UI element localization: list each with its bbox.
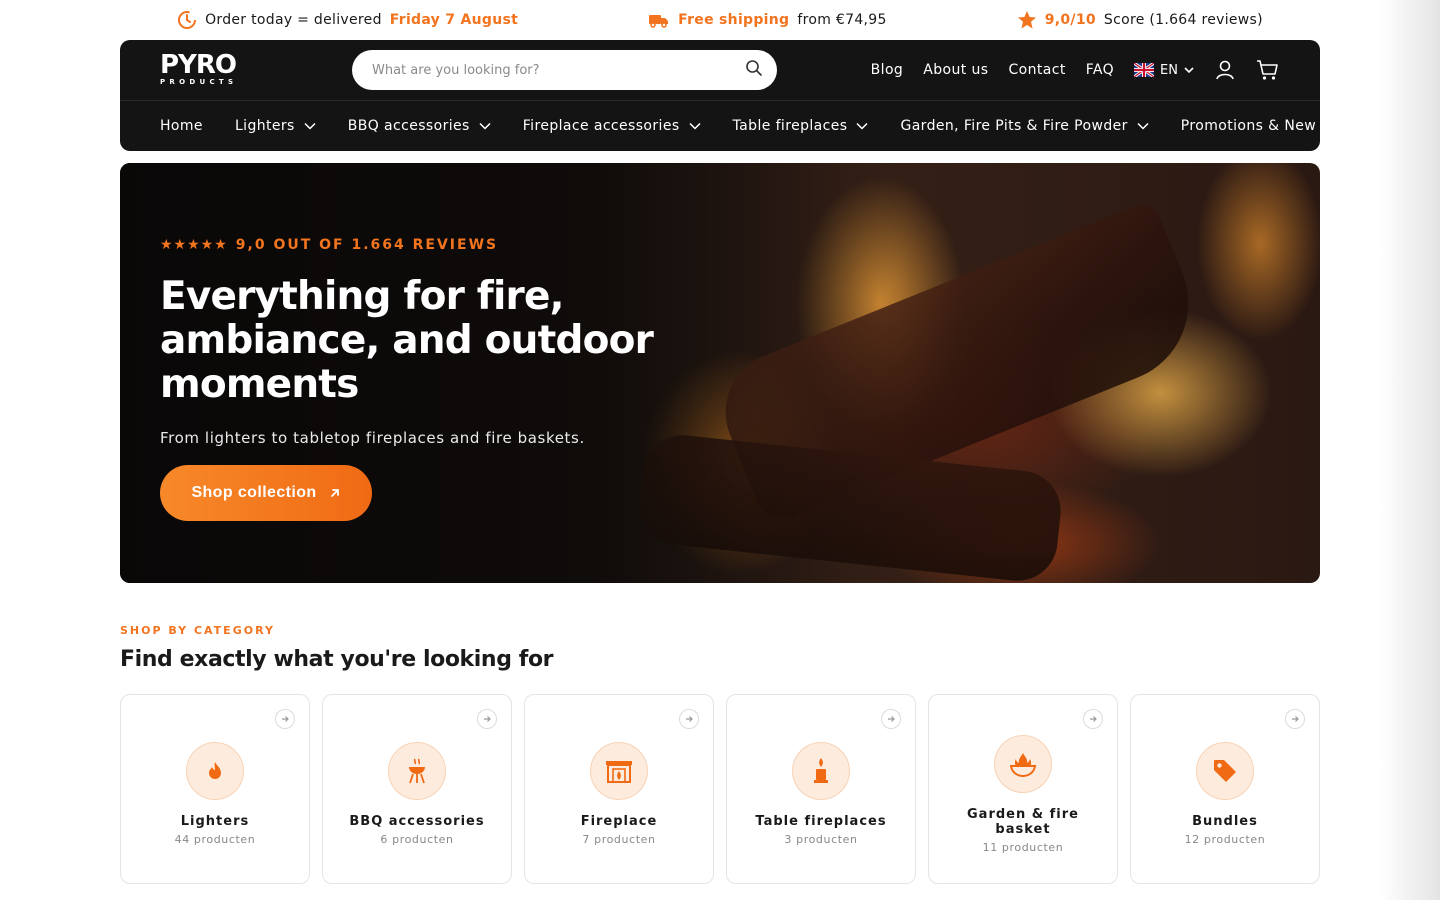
hero-title: Everything for fire, ambiance, and outdo… <box>160 274 654 407</box>
category-card-lighters[interactable]: Lighters 44 producten <box>120 694 310 884</box>
link-blog[interactable]: Blog <box>871 62 904 78</box>
nav-item-promotions[interactable]: Promotions & New Arrivals <box>1181 118 1320 134</box>
category-count: 3 producten <box>784 833 858 846</box>
category-card-garden-fire-basket[interactable]: Garden & fire basket 11 producten <box>928 694 1118 884</box>
nav-label: Garden, Fire Pits & Fire Powder <box>900 118 1128 134</box>
nav-item-fireplace-accessories[interactable]: Fireplace accessories <box>523 118 701 134</box>
category-card-bundles[interactable]: Bundles 12 producten <box>1130 694 1320 884</box>
delivery-date: Friday 7 August <box>389 12 519 28</box>
page-edge-shade <box>1380 0 1440 900</box>
nav-item-table-fireplaces[interactable]: Table fireplaces <box>733 118 869 134</box>
category-section: SHOP BY CATEGORY Find exactly what you'r… <box>120 624 1320 884</box>
logo-sub: PRODUCTS <box>160 78 238 86</box>
nav-label: Promotions & New Arrivals <box>1180 118 1320 134</box>
category-eyebrow: SHOP BY CATEGORY <box>120 624 275 637</box>
search-input[interactable] <box>372 62 745 78</box>
header-links: Blog About us Contact FAQ EN <box>871 40 1280 100</box>
language-label: EN <box>1160 62 1178 78</box>
account-icon[interactable] <box>1214 59 1236 81</box>
category-title: Find exactly what you're looking for <box>120 647 554 672</box>
delivery-notice: Order today = delivered Friday 7 August <box>177 10 518 30</box>
site-header: PYRO PRODUCTS Blog About us Contact FAQ … <box>120 40 1320 151</box>
nav-item-home[interactable]: Home <box>160 118 203 134</box>
flame-icon <box>186 742 244 800</box>
shop-collection-button[interactable]: Shop collection <box>160 465 372 521</box>
category-count: 11 producten <box>982 840 1064 854</box>
category-name: Fireplace <box>580 814 658 829</box>
category-name: Table fireplaces <box>755 814 887 829</box>
candle-icon <box>792 742 850 800</box>
chevron-down-icon <box>304 122 316 130</box>
category-count: 44 producten <box>174 833 256 846</box>
logo-main: PYRO <box>160 50 237 80</box>
rating-stars: ★★★★★ <box>160 237 228 253</box>
category-name: Garden & fire basket <box>967 806 1079 837</box>
nav-item-bbq-accessories[interactable]: BBQ accessories <box>348 118 491 134</box>
fireplace-icon <box>590 742 648 800</box>
nav-label: Home <box>160 118 203 134</box>
category-card-bbq-accessories[interactable]: BBQ accessories 6 producten <box>322 694 512 884</box>
search-bar <box>352 50 777 90</box>
header-top-row: PYRO PRODUCTS Blog About us Contact FAQ … <box>120 40 1320 100</box>
nav-item-garden-fire-pits[interactable]: Garden, Fire Pits & Fire Powder <box>900 118 1149 134</box>
shipping-rest: from €74,95 <box>797 12 887 28</box>
score-highlight: 9,0/10 <box>1044 12 1096 28</box>
arrow-up-right-icon <box>330 489 339 497</box>
category-cards: Lighters 44 producten BBQ accessories 6 … <box>120 694 1320 884</box>
chevron-down-icon <box>1184 67 1194 74</box>
category-name: BBQ accessories <box>349 814 485 829</box>
link-contact[interactable]: Contact <box>1008 62 1065 78</box>
category-count: 12 producten <box>1184 833 1266 846</box>
score-rest: Score (1.664 reviews) <box>1103 12 1263 28</box>
cart-icon[interactable] <box>1256 59 1280 81</box>
hero-content: ★★★★★ 9,0 OUT OF 1.664 REVIEWS Everythin… <box>160 237 780 521</box>
search-icon[interactable] <box>745 59 763 81</box>
clock-icon <box>177 10 197 30</box>
nav-item-lighters[interactable]: Lighters <box>235 118 316 134</box>
link-about-us[interactable]: About us <box>923 62 988 78</box>
category-name: Lighters <box>180 814 250 829</box>
link-faq[interactable]: FAQ <box>1086 62 1114 78</box>
chevron-down-icon <box>1137 122 1149 130</box>
arrow-right-icon <box>1285 709 1305 729</box>
cta-label: Shop collection <box>191 484 317 501</box>
arrow-right-icon <box>477 709 497 729</box>
chevron-down-icon <box>689 122 701 130</box>
fire-bowl-icon <box>994 734 1052 793</box>
star-icon <box>1017 10 1037 30</box>
category-name: Bundles <box>1192 814 1258 829</box>
rating-text: 9,0 OUT OF 1.664 REVIEWS <box>235 237 499 253</box>
chevron-down-icon <box>856 122 868 130</box>
language-selector[interactable]: EN <box>1134 63 1194 78</box>
category-count: 7 producten <box>582 833 656 846</box>
nav-label: Fireplace accessories <box>522 118 680 134</box>
chevron-down-icon <box>479 122 491 130</box>
nav-label: Lighters <box>234 118 295 134</box>
arrow-right-icon <box>881 709 901 729</box>
hero-banner: ★★★★★ 9,0 OUT OF 1.664 REVIEWS Everythin… <box>120 163 1320 583</box>
category-card-fireplace[interactable]: Fireplace 7 producten <box>524 694 714 884</box>
arrow-right-icon <box>275 709 295 729</box>
score-notice: 9,0/10 Score (1.664 reviews) <box>1017 10 1263 30</box>
main-nav: Home Lighters BBQ accessories Fireplace … <box>120 100 1320 151</box>
arrow-right-icon <box>1083 709 1103 729</box>
nav-label: Table fireplaces <box>732 118 848 134</box>
category-card-table-fireplaces[interactable]: Table fireplaces 3 producten <box>726 694 916 884</box>
shipping-highlight: Free shipping <box>678 12 790 28</box>
truck-icon <box>648 12 670 28</box>
nav-label: BBQ accessories <box>347 118 470 134</box>
shipping-notice: Free shipping from €74,95 <box>648 12 887 28</box>
uk-flag-icon <box>1134 63 1155 77</box>
hero-rating: ★★★★★ 9,0 OUT OF 1.664 REVIEWS <box>160 237 780 253</box>
delivery-prefix: Order today = delivered <box>205 12 382 28</box>
hero-subtitle: From lighters to tabletop fireplaces and… <box>160 429 585 447</box>
tag-icon <box>1196 742 1254 800</box>
announcement-bar: Order today = delivered Friday 7 August … <box>0 0 1440 40</box>
arrow-right-icon <box>679 709 699 729</box>
grill-icon <box>388 742 446 800</box>
logo[interactable]: PYRO PRODUCTS <box>160 52 250 88</box>
category-count: 6 producten <box>380 833 454 846</box>
